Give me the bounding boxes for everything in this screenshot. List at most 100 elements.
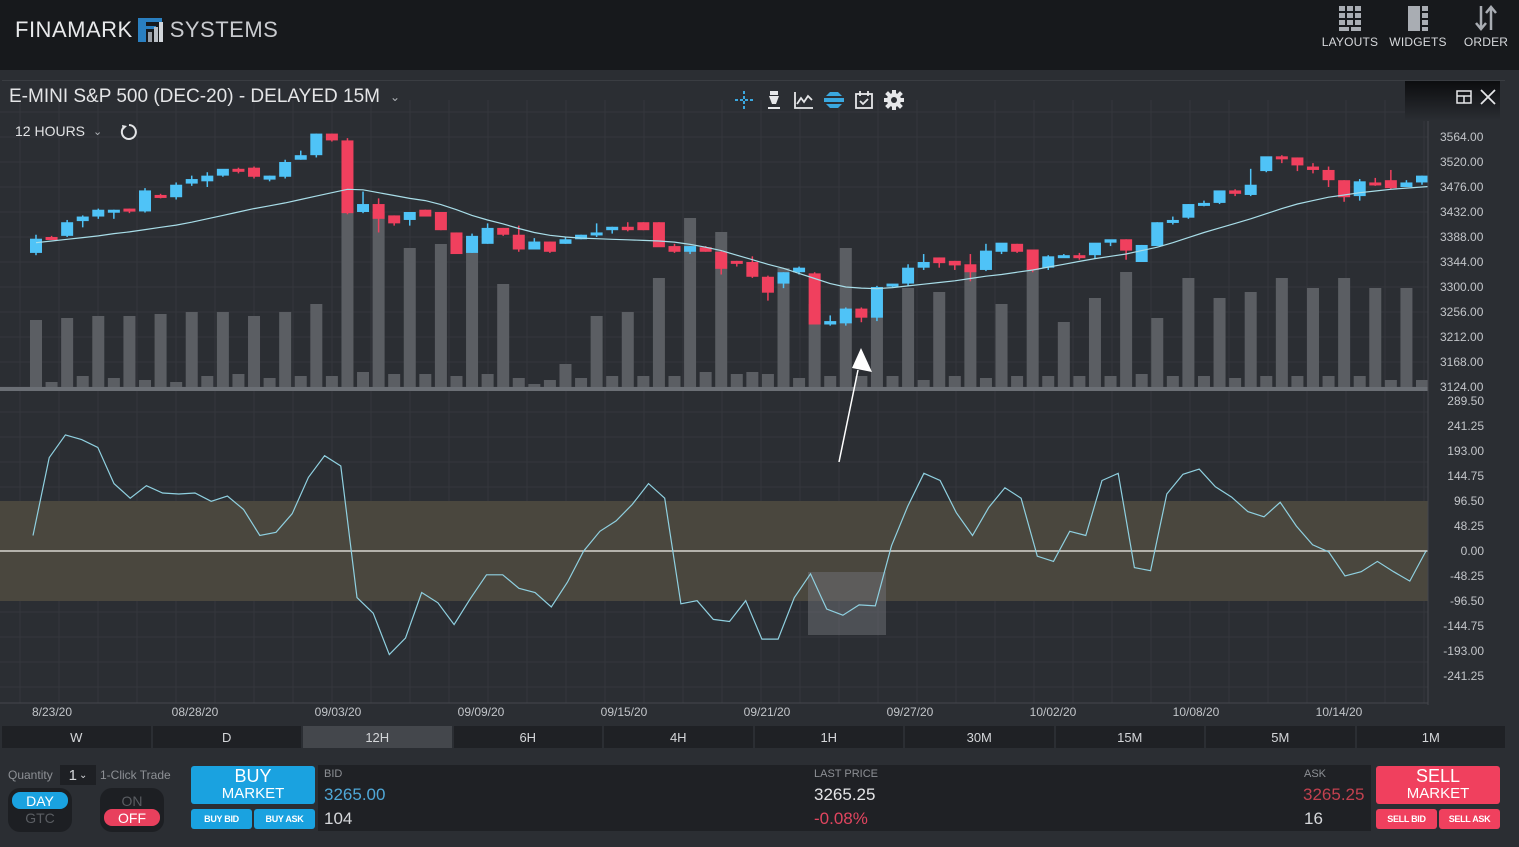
- timeframe-tab-30m[interactable]: 30M: [905, 726, 1054, 748]
- one-click-on-option[interactable]: ON: [104, 792, 160, 809]
- candle-body: [1088, 242, 1101, 256]
- ask-size: 16: [1304, 809, 1323, 828]
- volume-bar: [61, 318, 74, 388]
- volume-bar: [92, 316, 105, 388]
- chevron-down-icon: ⌄: [389, 90, 401, 104]
- nav-widgets-label: WIDGETS: [1389, 35, 1447, 49]
- oscillator-tick-label: 144.75: [1447, 469, 1484, 483]
- buy-ask-button[interactable]: BUY ASK: [254, 809, 315, 829]
- timeframe-tab-w[interactable]: W: [2, 726, 151, 748]
- date-tick-label: 10/02/20: [1030, 705, 1077, 719]
- oscillator-tick-label: -96.50: [1450, 594, 1484, 608]
- close-icon[interactable]: [1479, 88, 1497, 106]
- calendar-icon[interactable]: [853, 89, 875, 111]
- price-tick-label: 3300.00: [1440, 280, 1484, 294]
- candle-body: [1197, 202, 1210, 206]
- volume-bar: [668, 376, 681, 388]
- candle-body: [948, 260, 961, 266]
- candle-body: [185, 179, 198, 184]
- volume-bar: [139, 380, 152, 388]
- candle-body: [1182, 204, 1195, 218]
- crosshair-icon[interactable]: [733, 89, 755, 111]
- candle-body: [1291, 157, 1304, 166]
- draw-pen-icon[interactable]: [763, 89, 785, 111]
- candle-body: [543, 241, 556, 252]
- volume-bar: [403, 248, 416, 388]
- timeframe-tab-5m[interactable]: 5M: [1206, 726, 1355, 748]
- volume-bar: [1073, 376, 1086, 388]
- volume-bar: [466, 240, 479, 388]
- candle-body: [808, 273, 821, 325]
- instrument-selector[interactable]: E-MINI S&P 500 (DEC-20) - DELAYED 15M ⌄: [9, 86, 400, 108]
- candle-body: [481, 227, 494, 244]
- timeframe-tab-15m[interactable]: 15M: [1055, 726, 1204, 748]
- timeframe-tab-d[interactable]: D: [152, 726, 301, 748]
- timeframe-tab-6h[interactable]: 6H: [453, 726, 602, 748]
- volume-bar: [543, 380, 556, 388]
- maximize-panel-icon[interactable]: [1455, 88, 1473, 106]
- oscillator-tick-label: 96.50: [1454, 494, 1484, 508]
- candle-body: [606, 226, 619, 231]
- volume-bar: [917, 380, 930, 388]
- volume-bar: [1322, 376, 1335, 388]
- timeframe-tab-1h[interactable]: 1H: [754, 726, 903, 748]
- date-tick-label: 8/23/20: [32, 705, 72, 719]
- range-selector[interactable]: 12 HOURS ⌄: [15, 123, 102, 139]
- volume-bar: [481, 374, 494, 388]
- buy-market-button[interactable]: BUY MARKET: [191, 766, 315, 804]
- volume-bar: [979, 378, 992, 388]
- candle-body: [403, 212, 416, 220]
- volume-bar: [450, 376, 463, 388]
- candle-body: [637, 222, 650, 231]
- quantity-select[interactable]: 1 ⌄: [60, 765, 96, 785]
- volume-bar: [341, 208, 354, 388]
- candle-body: [123, 208, 136, 212]
- nav-order[interactable]: ORDER: [1457, 4, 1515, 49]
- volume-bar: [621, 312, 634, 388]
- volume-bar: [372, 212, 385, 388]
- volume-bar: [637, 376, 650, 388]
- volume-bar: [1197, 376, 1210, 388]
- oscillator-tick-label: -193.00: [1443, 644, 1484, 658]
- sell-ask-button[interactable]: SELL ASK: [1439, 809, 1500, 829]
- candle-body: [232, 168, 245, 172]
- volume-bar: [1088, 298, 1101, 388]
- price-tick-label: 3212.00: [1440, 330, 1484, 344]
- timeframe-tab-1m[interactable]: 1M: [1356, 726, 1505, 748]
- candle-body: [761, 276, 774, 293]
- sell-bid-button[interactable]: SELL BID: [1376, 809, 1437, 829]
- nav-widgets[interactable]: WIDGETS: [1389, 4, 1447, 49]
- candle-body: [590, 232, 603, 236]
- tif-gtc-option[interactable]: GTC: [12, 809, 68, 826]
- sell-market-button[interactable]: SELL MARKET: [1376, 766, 1500, 804]
- instrument-title: E-MINI S&P 500 (DEC-20) - DELAYED 15M: [9, 86, 380, 107]
- buy-market-line1: BUY: [234, 766, 272, 786]
- tif-day-option[interactable]: DAY: [12, 792, 68, 809]
- candle-body: [1260, 156, 1273, 172]
- candle-body: [839, 308, 852, 324]
- refresh-icon[interactable]: [120, 123, 138, 141]
- chevron-down-icon: ⌄: [93, 125, 103, 138]
- buy-bid-button[interactable]: BUY BID: [191, 809, 252, 829]
- nav-layouts[interactable]: LAYOUTS: [1321, 4, 1379, 49]
- top-bar: FINAMARK SYSTEMS LAYOUTS WIDGETS ORDER: [0, 0, 1519, 70]
- indicators-icon[interactable]: [793, 89, 815, 111]
- oscillator-tick-label: -241.25: [1443, 669, 1484, 683]
- price-chart[interactable]: 3608.003564.003520.003476.003432.003388.…: [0, 100, 1519, 725]
- last-change: -0.08%: [814, 809, 868, 828]
- candle-body: [1306, 166, 1319, 170]
- time-in-force-toggle: DAY GTC: [8, 788, 72, 832]
- candle-body: [1213, 190, 1226, 203]
- volume-bar: [652, 278, 665, 388]
- candle-body: [684, 246, 697, 252]
- timeframe-tab-4h[interactable]: 4H: [604, 726, 753, 748]
- settings-gear-icon[interactable]: [883, 89, 905, 111]
- volume-bar: [294, 376, 307, 388]
- timeframe-tab-12h[interactable]: 12H: [303, 726, 452, 748]
- one-click-off-option[interactable]: OFF: [104, 809, 160, 826]
- candle-body: [1369, 182, 1382, 186]
- layers-icon[interactable]: [823, 89, 845, 111]
- chart-toolbar: [733, 89, 905, 111]
- volume-bar: [1151, 318, 1164, 388]
- candle-body: [824, 321, 837, 325]
